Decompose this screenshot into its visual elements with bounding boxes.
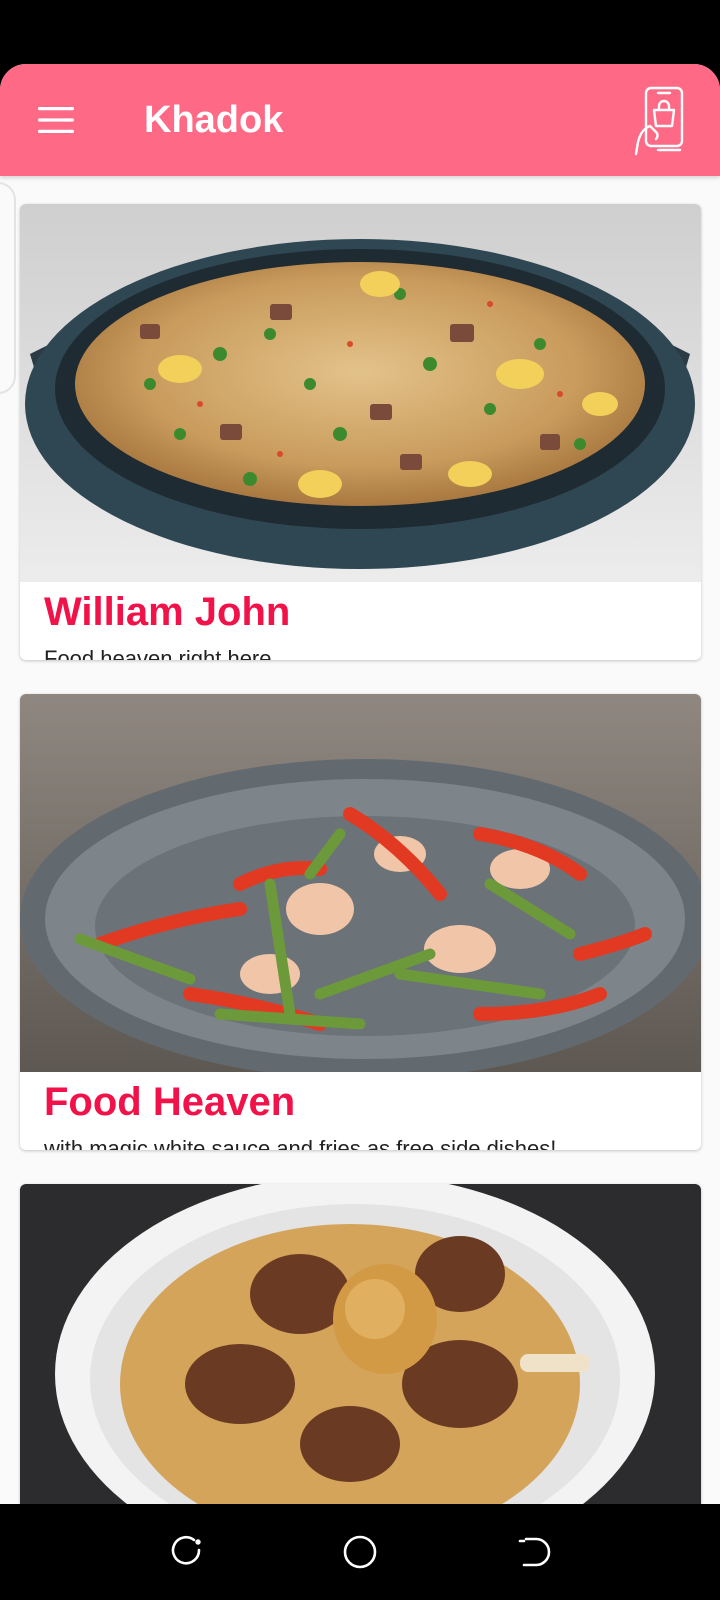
- shrimp-stir-fry-photo: [20, 694, 701, 1072]
- app-bar: Khadok: [0, 64, 720, 176]
- restaurant-name: William John: [44, 590, 291, 634]
- home-button[interactable]: [336, 1528, 384, 1576]
- back-icon: [518, 1537, 551, 1567]
- drawer-edge-handle[interactable]: [0, 182, 16, 394]
- phone-screen: Khadok William John Food heaven right he…: [0, 0, 720, 1600]
- menu-button[interactable]: [30, 94, 82, 146]
- home-circle-icon: [343, 1535, 377, 1569]
- back-button[interactable]: [510, 1528, 558, 1576]
- restaurant-description: with magic white sauce and fries as free…: [44, 1136, 557, 1150]
- app-title: Khadok: [144, 99, 284, 141]
- restaurant-card[interactable]: [20, 1184, 701, 1504]
- restaurant-card[interactable]: William John Food heaven right here: [20, 204, 701, 660]
- fried-rice-bowl-photo: [20, 204, 701, 582]
- restaurant-description: Food heaven right here: [44, 646, 272, 660]
- system-navigation-bar: [0, 1504, 720, 1600]
- phone-order-icon: [634, 86, 684, 156]
- status-bar: [0, 0, 720, 64]
- order-button[interactable]: [630, 84, 694, 156]
- restaurant-card[interactable]: Food Heaven with magic white sauce and f…: [20, 694, 701, 1150]
- hamburger-menu-icon: [38, 107, 74, 133]
- mutton-biryani-plate-photo: [20, 1184, 701, 1504]
- restaurant-name: Food Heaven: [44, 1080, 296, 1124]
- app-content: Khadok William John Food heaven right he…: [0, 64, 720, 1504]
- recent-apps-icon: [171, 1535, 201, 1565]
- recent-apps-button[interactable]: [162, 1528, 210, 1576]
